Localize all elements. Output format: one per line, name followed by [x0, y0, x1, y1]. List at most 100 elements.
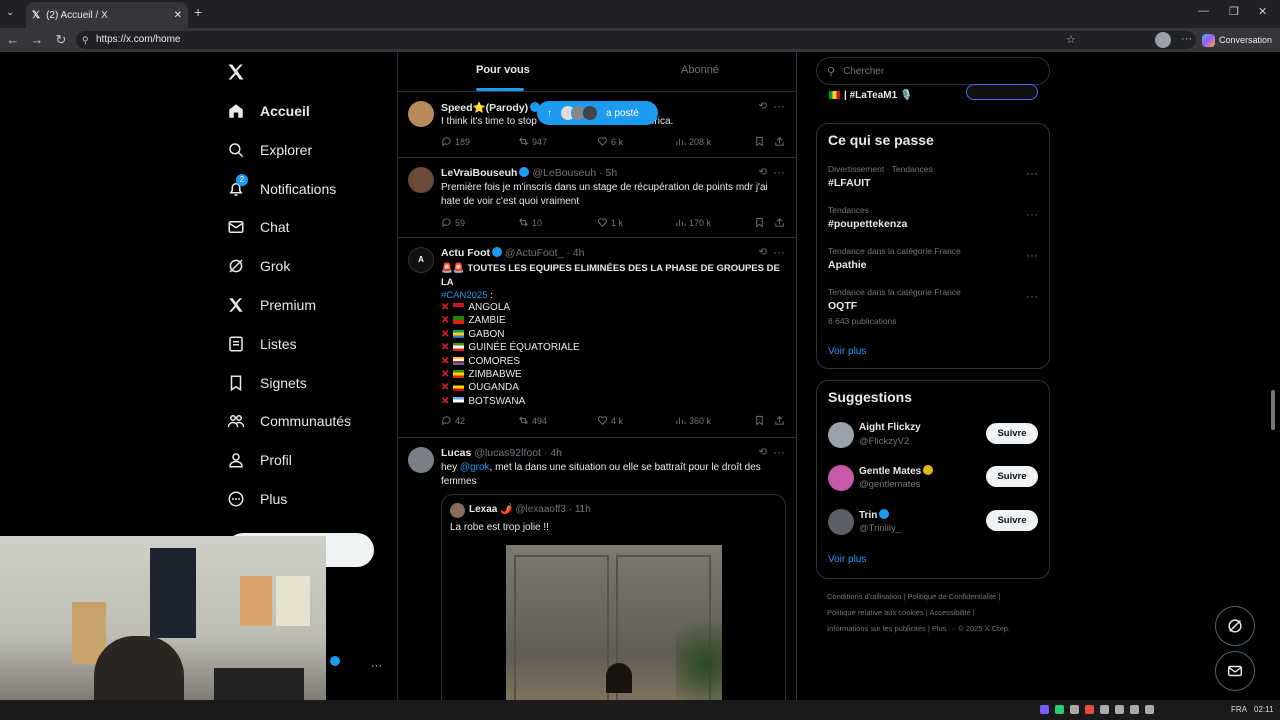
trend-item[interactable]: Tendance dans la catégorie France Apathie… [828, 246, 1038, 271]
author-name[interactable]: LeVraiBouseuh @LeBouseuh · 5h [441, 167, 617, 179]
share-icon[interactable] [774, 136, 785, 147]
author-name[interactable]: Lucas @lucas92lfoot · 4h [441, 447, 562, 459]
grok-float-button[interactable] [1215, 606, 1255, 646]
browser-menu-icon[interactable]: ··· [1181, 33, 1192, 45]
more-icon[interactable]: ··· [773, 445, 785, 459]
new-posts-pill[interactable]: ↑ a posté [537, 101, 658, 125]
footer-links[interactable]: Politique relative aux cookies | Accessi… [827, 608, 975, 617]
grok-icon[interactable]: ⟲ [759, 447, 767, 458]
bookmark-icon[interactable] [754, 415, 765, 426]
nav-item-notifications[interactable]: 2 Notifications [226, 171, 336, 207]
minimize-icon[interactable]: — [1198, 5, 1209, 17]
nav-item-plus[interactable]: Plus [226, 481, 287, 517]
tab-close-icon[interactable]: ✕ [174, 10, 182, 21]
tab-for-you[interactable]: Pour vous [476, 64, 530, 76]
suggestion-item[interactable]: Trin @Trinlily_ Suivre [828, 507, 1038, 537]
reply-button[interactable]: 59 [441, 217, 465, 228]
views-button[interactable]: 170 k [675, 217, 711, 228]
avatar[interactable] [828, 509, 854, 535]
author-name[interactable]: Speed⭐(Parody) [441, 101, 541, 114]
browser-tab[interactable]: 𝕏 (2) Accueil / X ✕ [26, 2, 188, 28]
author-name[interactable]: Actu Foot @ActuFoot_ · 4h [441, 247, 584, 259]
url-input[interactable]: https://x.com/home [76, 31, 1196, 49]
follow-button[interactable]: Suivre [986, 466, 1038, 487]
suggestion-name[interactable]: Gentle Mates [859, 465, 934, 477]
more-icon[interactable]: ··· [773, 245, 785, 259]
suggestions-show-more[interactable]: Voir plus [828, 554, 866, 565]
follow-button[interactable]: Suivre [986, 423, 1038, 444]
avatar[interactable]: A [408, 247, 434, 273]
trend-item[interactable]: Tendances #poupettekenza ··· [828, 205, 1038, 230]
nav-item-communautés[interactable]: Communautés [226, 403, 351, 439]
favorite-star-icon[interactable]: ☆ [1066, 33, 1076, 46]
back-icon[interactable]: ← [4, 31, 22, 49]
trend-item[interactable]: Tendance dans la catégorie France OQTF 8 6… [828, 287, 1038, 326]
trend-more-icon[interactable]: ··· [1026, 207, 1038, 221]
avatar[interactable] [408, 447, 434, 473]
quote-image[interactable] [506, 545, 722, 700]
quote-avatar[interactable] [450, 503, 465, 518]
keyboard-language[interactable]: FRA [1231, 705, 1247, 714]
live-avatars-badge[interactable] [966, 84, 1038, 100]
retweet-button[interactable]: 494 [518, 415, 547, 426]
nav-item-signets[interactable]: Signets [226, 365, 307, 401]
tweet[interactable]: Lucas @lucas92lfoot · 4h ⟲ ··· hey @grok… [398, 438, 796, 700]
views-button[interactable]: 208 k [675, 136, 711, 147]
quote-author[interactable]: Lexaa 🌶️ @lexaaoff3 · 11h [469, 504, 591, 515]
trend-more-icon[interactable]: ··· [1026, 289, 1038, 303]
grok-icon[interactable]: ⟲ [759, 101, 767, 112]
nav-item-premium[interactable]: Premium [226, 287, 316, 323]
trend-more-icon[interactable]: ··· [1026, 166, 1038, 180]
like-button[interactable]: 1 k [597, 217, 623, 228]
messages-float-button[interactable] [1215, 651, 1255, 691]
tab-following[interactable]: Abonné [681, 64, 719, 76]
hashtag-link[interactable]: #CAN2025 [441, 290, 487, 301]
tab-list-chevron-icon[interactable]: ⌄ [6, 7, 14, 18]
tweet[interactable]: LeVraiBouseuh @LeBouseuh · 5h ⟲ ··· Prem… [398, 158, 796, 238]
copilot-conversation-button[interactable]: Conversation [1202, 31, 1276, 49]
suggestion-item[interactable]: Gentle Mates @gentlemates Suivre [828, 463, 1038, 493]
nav-item-listes[interactable]: Listes [226, 326, 297, 362]
suggestion-name[interactable]: Aight Flickzy [859, 422, 921, 433]
footer-links[interactable]: Conditions d'utilisation | Politique de … [827, 592, 1000, 601]
trend-more-icon[interactable]: ··· [1026, 248, 1038, 262]
like-button[interactable]: 6 k [597, 136, 623, 147]
tweet[interactable]: A Actu Foot @ActuFoot_ · 4h ⟲ ··· 🚨🚨 TOU… [398, 238, 796, 438]
reply-button[interactable]: 189 [441, 136, 470, 147]
more-icon[interactable]: ··· [773, 165, 785, 179]
follow-button[interactable]: Suivre [986, 510, 1038, 531]
footer-links[interactable]: Informations sur les publicités | Plus ·… [827, 624, 1010, 633]
grok-icon[interactable]: ⟲ [759, 247, 767, 258]
avatar[interactable] [828, 465, 854, 491]
window-close-icon[interactable]: ✕ [1258, 5, 1267, 18]
page-scrollbar[interactable] [1271, 390, 1275, 430]
retweet-button[interactable]: 947 [518, 136, 547, 147]
reload-icon[interactable]: ↻ [52, 31, 70, 49]
avatar[interactable] [408, 167, 434, 193]
nav-item-accueil[interactable]: Accueil [226, 93, 310, 129]
bookmark-icon[interactable] [754, 136, 765, 147]
views-button[interactable]: 360 k [675, 415, 711, 426]
bookmark-icon[interactable] [754, 217, 765, 228]
reply-button[interactable]: 42 [441, 415, 465, 426]
grok-icon[interactable]: ⟲ [759, 167, 767, 178]
suggestion-name[interactable]: Trin [859, 509, 890, 521]
trend-item[interactable]: Divertissement · Tendances #LFAUIT ··· [828, 164, 1038, 189]
trends-show-more[interactable]: Voir plus [828, 346, 866, 357]
more-icon[interactable]: ··· [773, 99, 785, 113]
site-info-icon[interactable]: ⚲ [82, 35, 89, 46]
mention-link[interactable]: @grok [460, 462, 490, 473]
top-snippet[interactable]: | #LaTeaM1 🎙️ [829, 90, 912, 101]
nav-item-explorer[interactable]: Explorer [226, 132, 312, 168]
avatar[interactable] [408, 101, 434, 127]
avatar[interactable] [828, 422, 854, 448]
maximize-icon[interactable]: ❐ [1229, 5, 1239, 18]
clock[interactable]: 02:11 [1254, 705, 1273, 714]
share-icon[interactable] [774, 415, 785, 426]
retweet-button[interactable]: 10 [518, 217, 542, 228]
account-more-icon[interactable]: ··· [371, 660, 382, 672]
nav-item-chat[interactable]: Chat [226, 209, 290, 245]
x-logo-icon[interactable] [226, 62, 246, 82]
forward-icon[interactable]: → [28, 31, 46, 49]
nav-item-grok[interactable]: Grok [226, 248, 290, 284]
